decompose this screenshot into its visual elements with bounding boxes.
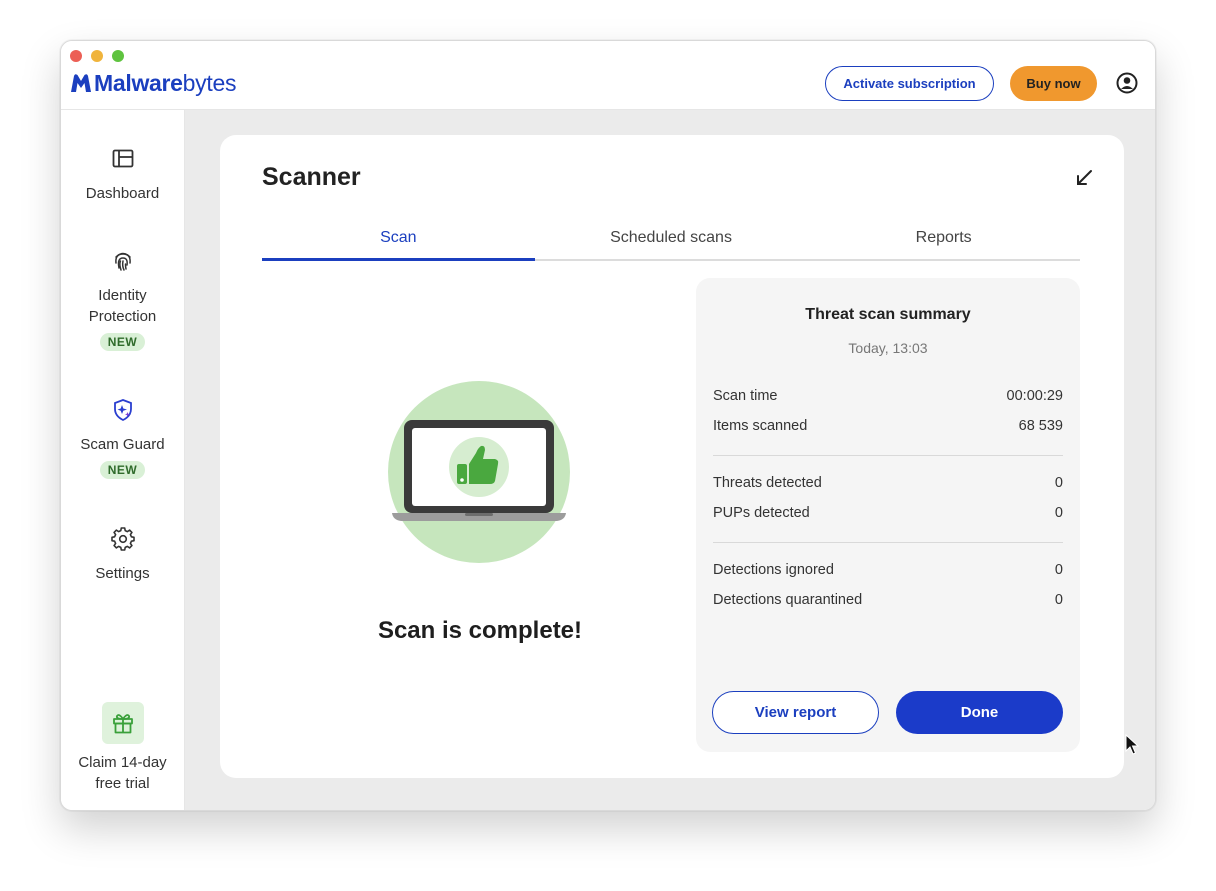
summary-row-label: PUPs detected [713,505,810,521]
summary-row: Items scanned 68 539 [713,418,1063,434]
summary-row: Threats detected 0 [713,475,1063,491]
summary-row-label: Detections ignored [713,562,834,578]
summary-row-value: 0 [1054,475,1063,491]
zoom-window-button[interactable] [112,50,124,62]
title-bar: Malware bytes Activate subscription Buy n… [61,41,1155,110]
shield-sparkle-icon [113,399,132,422]
close-window-button[interactable] [70,50,82,62]
fingerprint-icon [114,252,131,271]
summary-title: Threat scan summary [805,306,971,323]
app-window: Malware bytes Activate subscription Buy n… [60,40,1156,811]
tab-scan[interactable]: Scan [262,217,535,261]
new-badge: NEW [99,461,146,479]
gear-icon [110,527,135,551]
sidebar-item-identity-protection[interactable]: Identity Protection NEW [61,249,184,351]
scanner-tabs: Scan Scheduled scans Reports [262,217,1080,261]
collapse-arrow-icon[interactable] [1075,169,1093,187]
sidebar-item-free-trial[interactable]: Claim 14-day free trial [61,702,184,794]
malwarebytes-m-icon [71,74,91,92]
summary-row-label: Threats detected [713,475,822,491]
tab-scheduled-scans[interactable]: Scheduled scans [535,217,808,259]
summary-date: Today, 13:03 [848,340,928,356]
summary-row-value: 68 539 [1018,418,1063,434]
mouse-pointer-icon [1125,734,1139,755]
summary-row-label: Items scanned [713,418,808,434]
divider [713,542,1063,543]
minimize-window-button[interactable] [91,50,103,62]
summary-row: PUPs detected 0 [713,505,1063,521]
logo-text-light: bytes [182,69,237,96]
dashboard-icon [112,149,133,168]
sidebar-item-label: Dashboard [85,185,160,202]
sidebar-item-label: Settings [95,565,150,582]
summary-row-label: Scan time [713,388,778,404]
scanner-card: Scanner Scan Scheduled scans Reports Sca… [220,135,1124,778]
gift-icon [101,702,144,744]
divider [713,455,1063,456]
sidebar-item-scam-guard[interactable]: Scam Guard NEW [61,398,184,479]
sidebar-item-label: Identity Protection [88,287,157,325]
threat-scan-summary-panel: Threat scan summary Today, 13:03 Scan ti… [696,278,1080,752]
scan-status-text: Scan is complete! [377,617,583,644]
main-content: Scanner Scan Scheduled scans Reports Sca… [185,110,1155,810]
page-title: Scanner [262,163,361,191]
buy-now-button[interactable]: Buy now [1010,66,1097,101]
account-circle-icon[interactable] [1116,72,1138,94]
window-controls [70,50,124,62]
summary-row: Detections ignored 0 [713,562,1063,578]
activate-subscription-button[interactable]: Activate subscription [825,66,994,101]
summary-row-value: 00:00:29 [1006,388,1063,404]
logo-text-bold: Malware [94,69,183,96]
summary-row-value: 0 [1054,592,1063,608]
summary-row: Detections quarantined 0 [713,592,1063,608]
summary-row-label: Detections quarantined [713,592,863,608]
tab-reports[interactable]: Reports [807,217,1080,259]
sidebar: Dashboard Identity Protection NEW Scam G… [61,110,185,810]
summary-row-value: 0 [1054,562,1063,578]
sidebar-item-settings[interactable]: Settings [61,527,184,584]
sidebar-item-dashboard[interactable]: Dashboard [61,147,184,204]
summary-row-value: 0 [1054,505,1063,521]
scan-complete-illustration [388,381,570,563]
summary-row: Scan time 00:00:29 [713,388,1063,404]
free-trial-label: Claim 14-day free trial [78,754,167,792]
sidebar-item-label: Scam Guard [80,436,165,453]
done-button[interactable]: Done [896,691,1063,734]
malwarebytes-logo: Malware bytes [69,68,236,98]
view-report-button[interactable]: View report [712,691,879,734]
new-badge: NEW [99,333,146,351]
